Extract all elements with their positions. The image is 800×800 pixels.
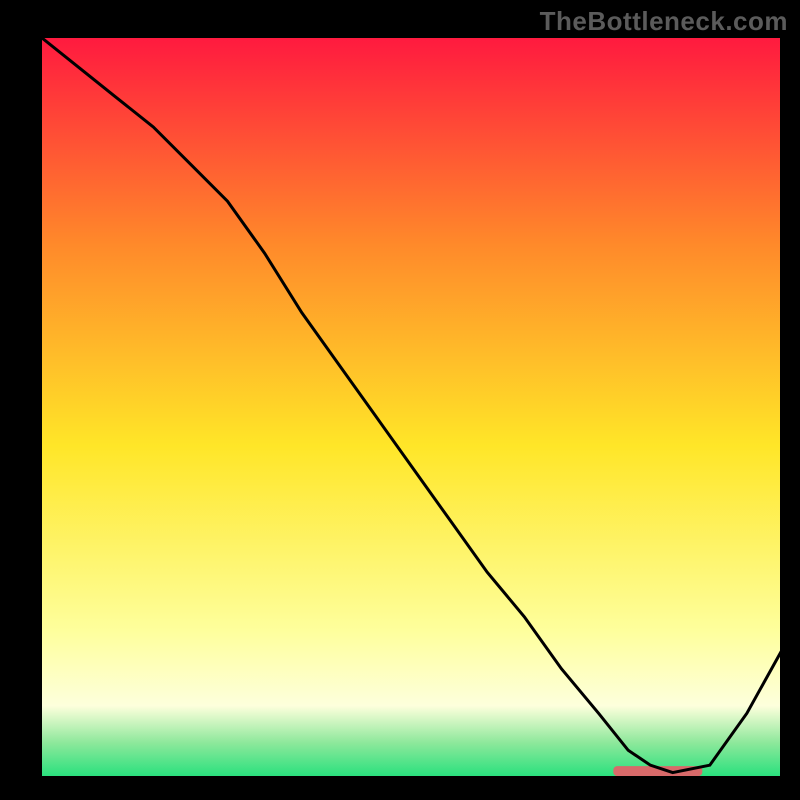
chart-svg <box>42 38 780 780</box>
chart-frame: TheBottleneck.com <box>0 0 800 800</box>
plot-area <box>38 38 780 780</box>
watermark-text: TheBottleneck.com <box>540 6 788 37</box>
gradient-background <box>42 38 780 780</box>
